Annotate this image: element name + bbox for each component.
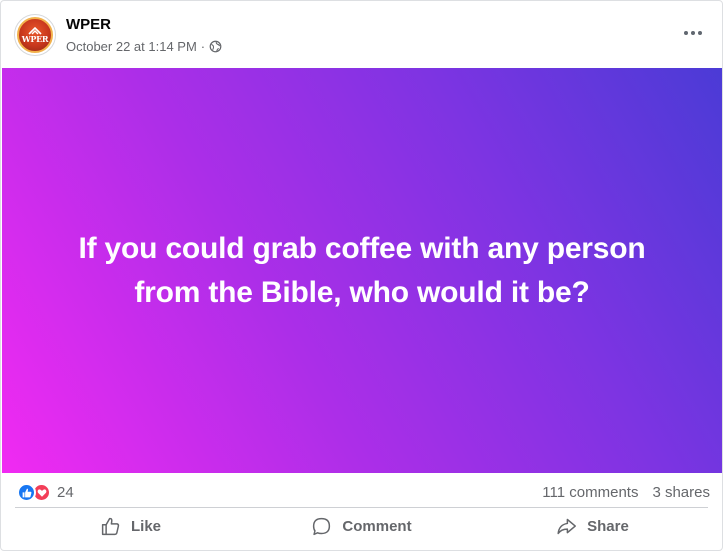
reactions-summary[interactable]: 24 [17, 483, 74, 502]
engagement-counts: 111 comments 3 shares [542, 484, 710, 501]
post-timestamp[interactable]: October 22 at 1:14 PM [66, 39, 197, 54]
page-logo: WPER [17, 17, 53, 53]
post-stats: 24 111 comments 3 shares [1, 473, 722, 511]
comment-button[interactable]: Comment [246, 508, 477, 544]
like-reaction-icon [17, 483, 36, 502]
thumbs-up-icon [22, 488, 31, 497]
share-label: Share [587, 517, 629, 535]
globe-icon[interactable] [209, 40, 222, 53]
like-button[interactable]: Like [15, 508, 246, 544]
reaction-count: 24 [57, 484, 74, 501]
comments-count-link[interactable]: 111 comments [542, 484, 638, 501]
comment-bubble-icon [313, 517, 331, 535]
post-header: WPER WPER October 22 at 1:14 PM · [1, 1, 722, 68]
post-background-text[interactable]: If you could grab coffee with any person… [2, 68, 722, 473]
more-options-icon[interactable] [678, 21, 708, 45]
thumbs-up-outline-icon [101, 517, 120, 535]
share-arrow-icon [557, 518, 577, 534]
share-button[interactable]: Share [477, 508, 708, 544]
heart-icon [37, 488, 46, 497]
post-actions: Like Comment Share [15, 508, 708, 544]
post-text-line: from the Bible, who would it be? [134, 275, 590, 309]
page-avatar[interactable]: WPER [14, 14, 56, 56]
comment-label: Comment [342, 517, 412, 535]
logo-text: WPER [21, 33, 49, 44]
page-name-link[interactable]: WPER [66, 16, 111, 33]
meta-separator: · [200, 39, 206, 54]
dot [684, 31, 688, 35]
dot [691, 31, 695, 35]
facebook-post-card: WPER WPER October 22 at 1:14 PM · If you… [0, 0, 723, 551]
post-text-line: If you could grab coffee with any person [78, 231, 646, 265]
dot [698, 31, 702, 35]
post-text: If you could grab coffee with any person… [42, 227, 682, 315]
like-label: Like [130, 517, 161, 535]
shares-count-link[interactable]: 3 shares [652, 484, 710, 501]
post-meta: October 22 at 1:14 PM · [66, 39, 222, 54]
